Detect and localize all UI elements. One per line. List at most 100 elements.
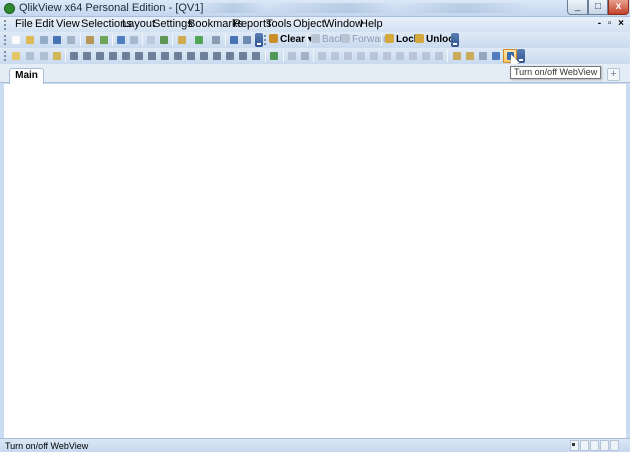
sheet-properties-icon[interactable] [38,50,50,62]
input-box-icon[interactable] [133,50,145,62]
edit-script-icon[interactable] [84,34,96,46]
print-icon[interactable] [65,34,77,46]
new-document-icon[interactable] [10,34,22,46]
design-toolbar [0,48,630,64]
window-frame-right [626,84,630,438]
current-selections-icon[interactable] [146,50,158,62]
status-indicator [572,443,575,446]
forward-arrow-icon [341,34,350,43]
toolbar-options-chevron-icon[interactable] [451,33,459,47]
expression-overview-icon[interactable] [490,50,502,62]
sheet-properties-page-icon[interactable] [464,50,476,62]
table-box-icon[interactable] [107,50,119,62]
align-top-icon[interactable] [355,50,367,62]
menu-edit[interactable]: Edit [35,18,54,31]
toolbar-separator [225,34,226,46]
sheet-icon[interactable] [51,50,63,62]
toolbar-options-chevron-icon[interactable] [255,33,263,47]
toolbar-grip[interactable] [264,35,267,45]
space-horizontal-icon[interactable] [394,50,406,62]
text-object-icon[interactable] [172,50,184,62]
export-icon[interactable] [210,34,222,46]
toolbar-grip[interactable] [4,51,7,61]
toolbar-separator [65,50,66,62]
menu-settings[interactable]: Settings [153,18,193,31]
redo-icon[interactable] [128,34,140,46]
toolbar-separator [172,34,173,46]
menu-object[interactable]: Object [293,18,325,31]
document-properties-icon[interactable] [451,50,463,62]
context-help-icon[interactable] [241,34,253,46]
selection-icon[interactable] [158,34,170,46]
menu-bar: File Edit View Selections Layout Setting… [0,17,630,32]
lock-icon [385,34,394,43]
align-bottom-icon[interactable] [381,50,393,62]
search-object-icon[interactable] [224,50,236,62]
edit-module-icon[interactable] [477,50,489,62]
status-panel [610,440,619,451]
back-arrow-icon [311,34,320,43]
align-icon[interactable] [299,50,311,62]
menu-layout[interactable]: Layout [122,18,155,31]
sheet-canvas[interactable] [4,84,626,438]
toolbar-grip[interactable] [4,35,7,45]
toolbar-separator [447,50,448,62]
menu-file[interactable]: File [15,18,33,31]
line-arrow-icon[interactable] [185,50,197,62]
menu-view[interactable]: View [56,18,80,31]
reload-icon[interactable] [38,34,50,46]
design-grid-icon[interactable] [268,50,280,62]
align-middle-icon[interactable] [368,50,380,62]
save-icon[interactable] [51,34,63,46]
slider-icon[interactable] [198,50,210,62]
qlikview-app-icon[interactable] [4,3,15,14]
close-button[interactable]: x [608,0,629,15]
toolbar-separator [112,34,113,46]
status-panel [590,440,599,451]
menu-tools[interactable]: Tools [266,18,292,31]
bookmark-object-icon[interactable] [211,50,223,62]
add-sheet-button[interactable]: + [607,68,620,81]
same-size-icon[interactable] [420,50,432,62]
search-icon[interactable] [145,34,157,46]
custom-object-icon[interactable] [250,50,262,62]
reload-data-icon[interactable] [98,34,110,46]
new-sheet-icon[interactable] [10,50,22,62]
undo-icon[interactable] [115,34,127,46]
menubar-grip[interactable] [4,20,7,30]
align-left-icon[interactable] [316,50,328,62]
menu-window[interactable]: Window [324,18,363,31]
status-text: Turn on/off WebView [5,441,89,451]
toolbar-separator [313,50,314,62]
align-right-icon[interactable] [342,50,354,62]
maximize-button[interactable]: □ [588,0,608,15]
button-object-icon[interactable] [159,50,171,62]
align-center-icon[interactable] [329,50,341,62]
container-icon[interactable] [237,50,249,62]
tab-main[interactable]: Main [9,68,44,84]
menu-help[interactable]: Help [360,18,383,31]
open-folder-icon[interactable] [24,34,36,46]
help-icon[interactable] [228,34,240,46]
back-button[interactable]: Back [311,34,344,46]
clear-icon [269,34,278,43]
status-panel [580,440,589,451]
chart-icon[interactable] [176,34,188,46]
mdi-window-controls[interactable]: - ▫ × [598,18,626,29]
multibox-icon[interactable] [94,50,106,62]
title-bar: QlikView x64 Personal Edition - [QV1] _ … [0,0,630,17]
sheet-object-icon[interactable] [24,50,36,62]
minimize-button[interactable]: _ [567,0,588,15]
distribute-icon[interactable] [433,50,445,62]
status-panels [570,440,620,451]
toolbar-separator [283,50,284,62]
statistics-box-icon[interactable] [81,50,93,62]
webview-tooltip: Turn on/off WebView [510,66,602,79]
favorite-icon[interactable] [193,34,205,46]
toolbar-separator [142,34,143,46]
format-painter-icon[interactable] [286,50,298,62]
chart-object-icon[interactable] [120,50,132,62]
listbox-icon[interactable] [68,50,80,62]
forward-label: Forward [352,34,389,45]
space-vertical-icon[interactable] [407,50,419,62]
